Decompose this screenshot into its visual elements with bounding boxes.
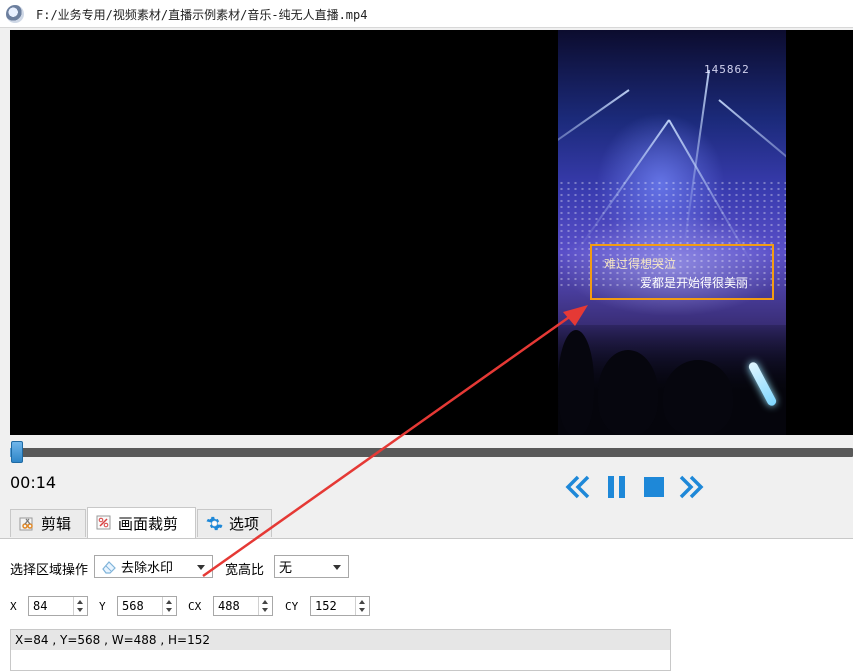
stepper-buttons[interactable] [162,597,176,615]
stepper-down-icon[interactable] [359,608,365,612]
cy-value: 152 [315,599,337,613]
tab-crop[interactable]: 画面裁剪 [87,507,196,538]
region-operation-select[interactable]: 去除水印 [94,555,213,578]
rewind-button[interactable] [563,472,593,502]
app-icon [6,5,24,23]
rewind-icon [565,475,590,499]
stage-screen-code: 145862 [704,63,750,76]
stepper-down-icon[interactable] [77,608,83,612]
seek-bar[interactable] [10,448,853,457]
aspect-ratio-select[interactable]: 无 [274,555,349,578]
x-label: X [10,600,17,613]
tab-options-label: 选项 [229,515,260,533]
eraser-icon [101,560,117,574]
fast-forward-icon [679,475,704,499]
tab-options[interactable]: 选项 [197,509,272,537]
stepper-up-icon[interactable] [262,600,268,604]
stepper-down-icon[interactable] [166,608,172,612]
playback-time: 00:14 [10,473,57,492]
audience-head [598,350,658,435]
cx-stepper[interactable]: 488 [213,596,273,616]
audience-head [558,330,594,435]
y-stepper[interactable]: 568 [117,596,177,616]
y-value: 568 [122,599,144,613]
tab-edit[interactable]: 剪辑 [10,509,86,537]
stepper-down-icon[interactable] [262,608,268,612]
window-title: F:/业务专用/视频素材/直播示例素材/音乐-纯无人直播.mp4 [36,8,368,22]
cx-label: CX [188,600,202,613]
stepper-buttons[interactable] [73,597,87,615]
fast-forward-button[interactable] [676,472,706,502]
lyric-line-2: 爱都是开始得很美丽 [640,276,749,290]
gear-icon [206,515,223,532]
watermark-selection-box[interactable] [590,244,774,300]
cx-value: 488 [218,599,240,613]
region-list[interactable]: X=84 , Y=568 , W=488 , H=152 [10,629,671,671]
y-label: Y [99,600,106,613]
chevron-down-icon [197,565,205,570]
pause-icon [608,476,625,498]
region-list-item[interactable]: X=84 , Y=568 , W=488 , H=152 [11,630,670,650]
title-bar: F:/业务专用/视频素材/直播示例素材/音乐-纯无人直播.mp4 [0,0,853,28]
region-operation-label: 选择区域操作 [10,563,89,578]
audience-head [663,360,733,435]
stepper-buttons[interactable] [355,597,369,615]
tab-crop-label: 画面裁剪 [118,514,179,533]
chevron-down-icon [333,565,341,570]
seek-thumb[interactable] [11,441,23,463]
video-preview[interactable]: 145862 难过得想哭泣 爱都是开始得很美丽 [10,30,853,435]
crop-icon [96,515,112,531]
aspect-ratio-value: 无 [279,561,293,576]
stepper-up-icon[interactable] [166,600,172,604]
stepper-buttons[interactable] [258,597,272,615]
aspect-ratio-label: 宽高比 [225,563,265,578]
region-operation-value: 去除水印 [121,561,174,576]
stepper-up-icon[interactable] [359,600,365,604]
pause-button[interactable] [602,472,632,502]
video-frame: 145862 [558,30,786,435]
stepper-up-icon[interactable] [77,600,83,604]
stop-icon [644,477,664,497]
x-value: 84 [33,599,48,613]
scissors-icon [19,516,35,532]
tab-edit-label: 剪辑 [41,515,72,533]
lyric-line-1: 难过得想哭泣 [604,257,677,271]
stop-button[interactable] [639,472,669,502]
x-stepper[interactable]: 84 [28,596,88,616]
cy-stepper[interactable]: 152 [310,596,370,616]
stage-beam [558,89,630,177]
cy-label: CY [285,600,299,613]
